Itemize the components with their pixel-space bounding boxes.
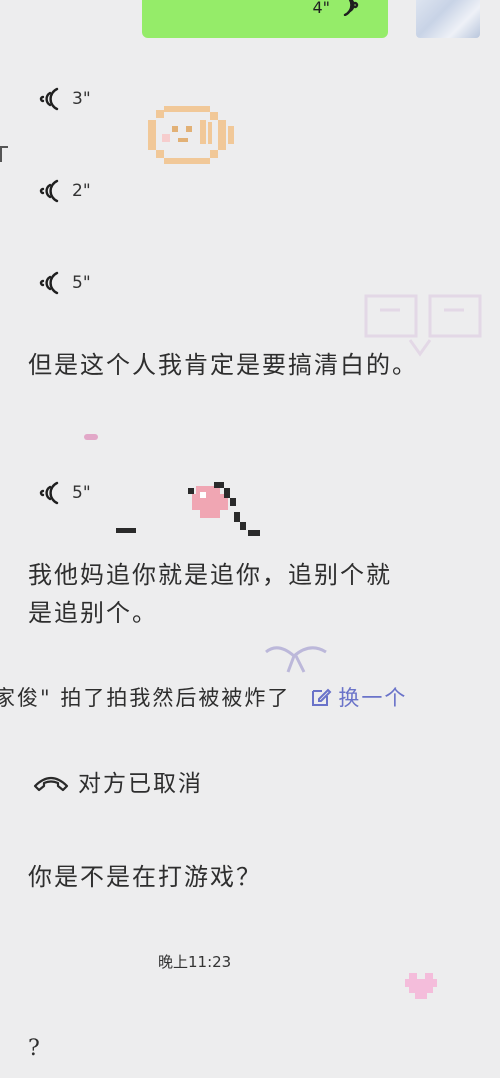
voice-duration: 2" <box>72 181 91 201</box>
text-message[interactable]: ? <box>28 1030 418 1068</box>
text-message[interactable]: 但是这个人我肯定是要搞清白的。 <box>28 346 418 384</box>
text-message[interactable]: 我他妈追你就是追你，追别个就是追别个。 <box>28 556 408 632</box>
sent-voice-bubble[interactable]: 4" <box>142 0 388 38</box>
voice-duration: 3" <box>72 89 91 109</box>
call-status-text: 对方已取消 <box>78 771 203 797</box>
pink-sticker-icon <box>188 482 260 536</box>
voice-message[interactable]: 3" <box>38 86 91 112</box>
avatar[interactable] <box>416 0 480 38</box>
bow-sticker-icon <box>265 646 327 673</box>
voice-message[interactable]: 2" <box>38 178 91 204</box>
voice-wave-icon <box>39 271 59 295</box>
swap-button[interactable]: 换一个 <box>310 682 407 712</box>
voice-wave-icon <box>39 179 59 203</box>
edit-icon <box>312 688 332 706</box>
left-edge-mark <box>0 146 8 162</box>
voice-message[interactable]: 5" <box>38 480 91 506</box>
voice-duration: 5" <box>72 483 91 503</box>
voice-wave-icon <box>343 0 359 16</box>
phone-icon <box>33 776 69 792</box>
timestamp: 晚上11:23 <box>158 953 232 971</box>
pat-system-line: 家俊" 拍了拍我然后被被炸了 换一个 <box>0 680 407 714</box>
pixel-heart-icon <box>405 973 437 999</box>
text-message[interactable]: 你是不是在打游戏？ <box>28 858 418 896</box>
dash-decoration <box>116 528 136 533</box>
pat-text: 家俊" 拍了拍我然后被被炸了 <box>0 686 291 710</box>
voice-duration: 5" <box>72 273 91 293</box>
voice-message[interactable]: 5" <box>38 270 91 296</box>
voice-wave-icon <box>39 481 59 505</box>
dot-decoration <box>84 434 98 440</box>
sent-voice-duration: 4" <box>312 0 330 17</box>
voice-wave-icon <box>39 87 59 111</box>
cat-sticker-icon <box>148 106 234 164</box>
swap-label: 换一个 <box>338 686 408 710</box>
call-cancelled-message[interactable]: 对方已取消 <box>32 764 203 798</box>
